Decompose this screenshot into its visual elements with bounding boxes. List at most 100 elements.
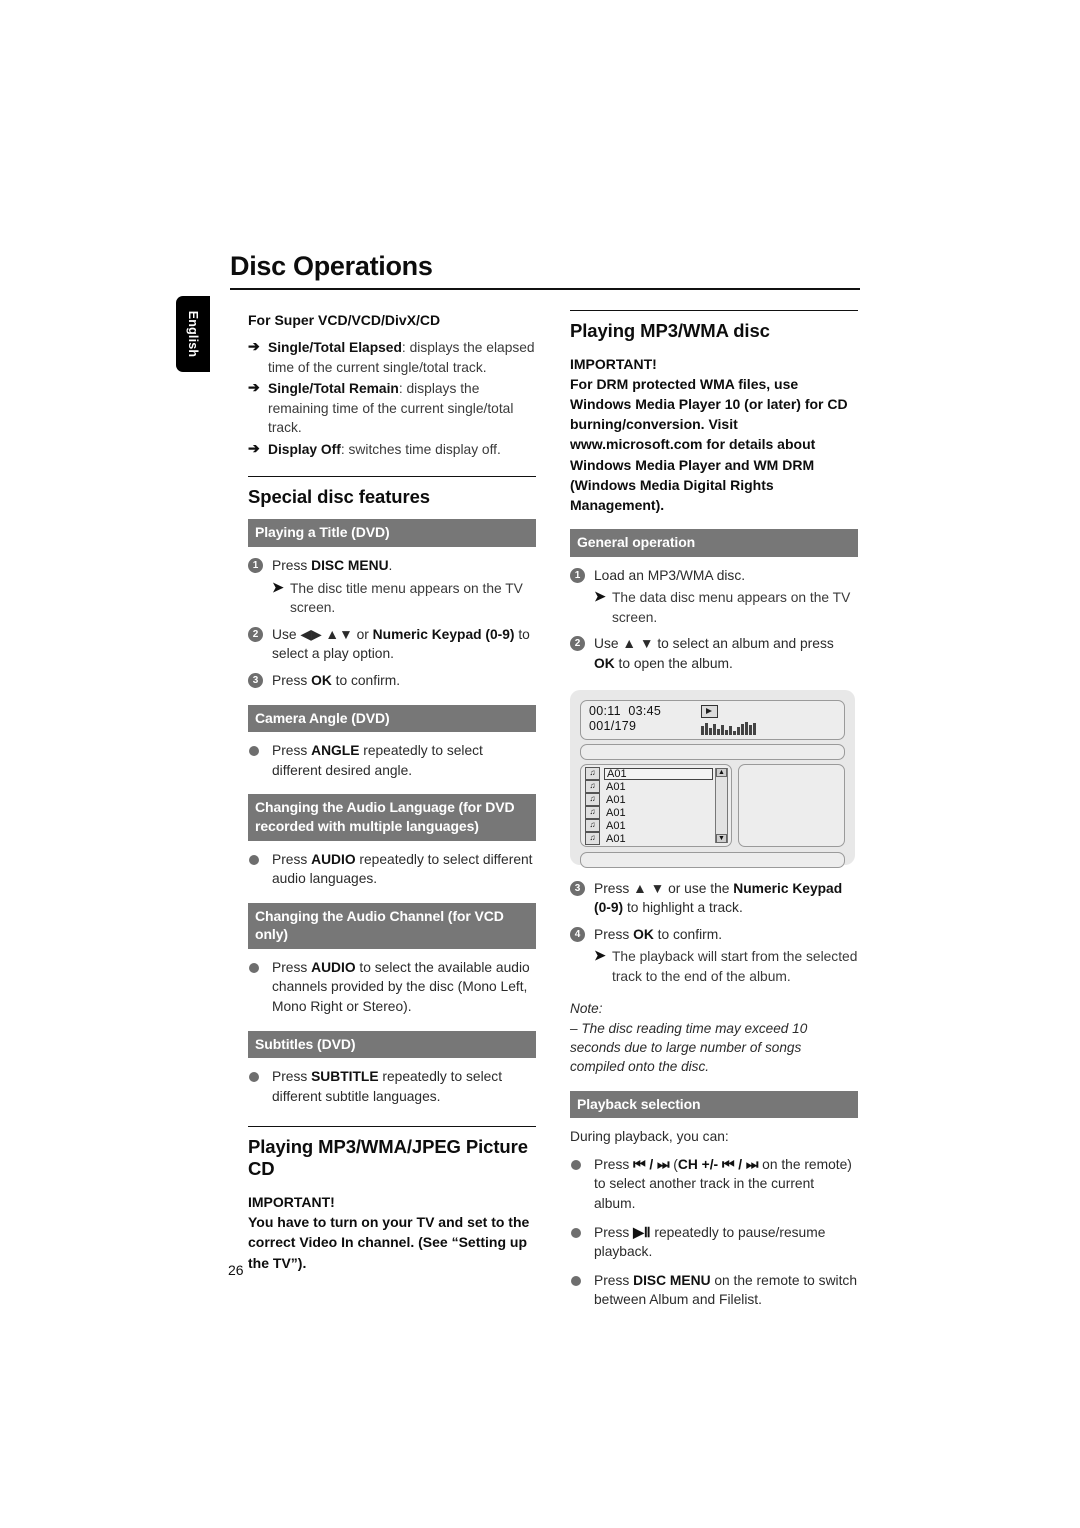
level-bar (753, 722, 756, 735)
step-text: Use ◀▶ ▲▼ or Numeric Keypad (0-9) to sel… (272, 625, 536, 664)
step-result-text: The playback will start from the selecte… (612, 949, 858, 984)
display-option-off-text: : switches time display off. (340, 442, 501, 458)
bullet-dot-icon (249, 1072, 259, 1083)
step-number: 1 (248, 558, 263, 574)
osd-track-row[interactable]: ♫ A01 (585, 767, 713, 781)
bullet-text: Press AUDIO to select the available audi… (272, 958, 536, 1017)
osd-preview-pane (738, 763, 845, 847)
picture-cd-important-text: You have to turn on your TV and set to t… (248, 1214, 530, 1271)
step-result-text: The data disc menu appears on the TV scr… (612, 590, 851, 625)
osd-track-list: ♫ A01 ♫ A01 ♫ A01 ♫ A01 ♫ A01 ♫ A01 ▲ ▼ (580, 763, 732, 847)
osd-scrollbar[interactable]: ▲ ▼ (715, 767, 728, 843)
bullet-text-before: Press (272, 743, 312, 759)
osd-panes: ♫ A01 ♫ A01 ♫ A01 ♫ A01 ♫ A01 ♫ A01 ▲ ▼ (580, 763, 845, 847)
osd-track-row[interactable]: ♫ A01 (585, 793, 713, 807)
display-option-off-term: Display Off (268, 442, 341, 458)
band-playback-selection: Playback selection (570, 1090, 858, 1119)
note-text: – The disc reading time may exceed 10 se… (570, 1020, 808, 1075)
scroll-up-icon[interactable]: ▲ (716, 767, 727, 777)
step-text-bold: OK (594, 656, 615, 671)
band-camera-angle: Camera Angle (DVD) (248, 704, 536, 733)
step-item: 3 Press ▲ ▼ or use the Numeric Keypad (0… (570, 879, 858, 918)
bullet-dot-icon (571, 1275, 581, 1286)
step-number: 1 (570, 567, 585, 583)
bullet-dot-icon (571, 1159, 581, 1170)
step-text-after: to confirm. (331, 672, 401, 688)
display-option-elapsed-term: Single/Total Elapsed (268, 340, 402, 356)
step-result: ➤ The disc title menu appears on the TV s… (272, 579, 536, 618)
level-bar (709, 727, 712, 735)
step-item: 1 Load an MP3/WMA disc. ➤ The data disc m… (570, 566, 858, 628)
bullet-text: Press ⏮ / ⏭ (CH +/- ⏮ / ⏭ on the remote)… (594, 1155, 858, 1214)
display-option-remain: ➔ Single/Total Remain: displays the rema… (248, 379, 536, 438)
step-item: 2 Use ◀▶ ▲▼ or Numeric Keypad (0-9) to s… (248, 625, 536, 664)
bullet-text: Press SUBTITLE repeatedly to select diff… (272, 1067, 536, 1106)
bullet-text-bold: AUDIO (311, 959, 356, 975)
arrow-icon: ➤ (594, 588, 606, 605)
special-disc-features-heading: Special disc features (248, 485, 430, 507)
bullet-dot-icon (249, 746, 259, 757)
osd-track-row[interactable]: ♫ A01 (585, 806, 713, 820)
bullet-item: Press ⏮ / ⏭ (CH +/- ⏮ / ⏭ on the remote)… (570, 1155, 858, 1214)
display-option-off: ➔ Display Off: switches time display off… (248, 440, 536, 460)
level-bar (721, 724, 724, 735)
page-title: Disc Operations (230, 251, 433, 281)
music-note-icon: ♫ (585, 767, 600, 781)
step-text: Press OK to confirm. (272, 671, 536, 691)
arrow-icon: ➤ (272, 578, 284, 595)
tv-screen-illustration: 00:11 03:45 001/179 ♫ A01 ♫ A01 ♫ A01 ♫ A01 … (570, 689, 855, 868)
osd-track-label: A01 (606, 780, 626, 793)
supervcd-heading: For Super VCD/VCD/DivX/CD (248, 312, 441, 328)
mp3-wma-heading: Playing MP3/WMA disc (570, 320, 770, 341)
level-bar (733, 730, 736, 735)
bullet-text: Press AUDIO repeatedly to select differe… (272, 850, 536, 889)
bullet-text-before: Press (272, 1069, 312, 1085)
step-number: 2 (570, 636, 585, 652)
osd-track-row[interactable]: ♫ A01 (585, 832, 713, 846)
step-text-after: to confirm. (653, 926, 723, 942)
level-bar (713, 723, 716, 735)
music-note-icon: ♫ (585, 806, 600, 820)
step-number: 2 (248, 626, 263, 642)
step-text-before: Press ▲ ▼ or use the (594, 880, 734, 896)
step-number: 4 (570, 926, 585, 942)
arrow-icon: ➔ (248, 440, 260, 457)
level-bar (745, 721, 748, 735)
bullet-text: Press ▶Ⅱ repeatedly to pause/resume play… (594, 1223, 858, 1262)
level-bar (725, 729, 728, 735)
picture-cd-important-label: IMPORTANT! (248, 1194, 335, 1211)
arrow-icon: ➤ (594, 947, 606, 964)
step-text: Press DISC MENU. (272, 556, 536, 576)
page-header: Disc Operations (230, 251, 860, 291)
music-note-icon: ♫ (585, 780, 600, 794)
scroll-down-icon[interactable]: ▼ (716, 833, 727, 843)
step-item: 3 Press OK to confirm. (248, 671, 536, 691)
bullet-text-bold: ANGLE (311, 743, 360, 759)
picture-cd-divider (248, 1126, 536, 1128)
step-text-bold: Numeric Keypad (0-9) (372, 626, 515, 642)
document-page: Disc Operations English For Super VCD/VC… (0, 0, 1080, 1528)
arrow-icon: ➔ (248, 379, 260, 396)
osd-status-strip (580, 851, 845, 868)
level-bar (717, 728, 720, 735)
bullet-text-mid: ( (669, 1156, 678, 1172)
osd-track-row[interactable]: ♫ A01 (585, 780, 713, 794)
mp3-important-label: IMPORTANT! (570, 355, 657, 372)
bullet-text-bold: SUBTITLE (311, 1069, 379, 1085)
osd-track-row[interactable]: ♫ A01 (585, 819, 713, 833)
page-number: 26 (228, 1262, 244, 1278)
audio-level-meter-icon (701, 721, 756, 735)
osd-track-label: A01 (606, 832, 626, 845)
step-text-after: . (388, 558, 393, 574)
osd-track-label: A01 (606, 819, 626, 832)
band-playing-a-title: Playing a Title (DVD) (248, 519, 536, 548)
level-bar (701, 725, 704, 735)
bullet-dot-icon (249, 854, 259, 865)
level-bar (741, 723, 744, 735)
special-features-divider (248, 475, 536, 477)
osd-elapsed-time: 00:11 (589, 703, 621, 718)
level-bar (705, 722, 708, 735)
level-bar (737, 726, 740, 735)
bullet-text-bold: DISC MENU (633, 1272, 711, 1288)
osd-total-time: 03:45 (628, 703, 662, 718)
